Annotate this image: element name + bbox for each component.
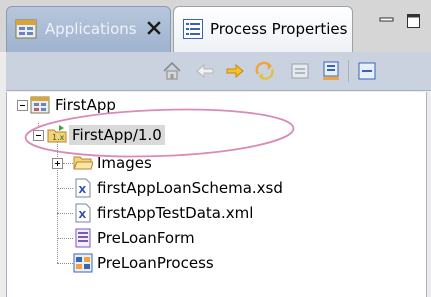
- svg-text:X: X: [79, 185, 87, 196]
- xml-file-icon: X: [75, 203, 91, 223]
- tree-item-label: PreLoanForm: [97, 229, 195, 247]
- process-icon: [73, 253, 93, 273]
- back-arrow-icon[interactable]: [194, 60, 216, 82]
- highlight-ellipse: [24, 108, 295, 158]
- xsd-file-icon: X: [75, 178, 91, 198]
- toolbar-separator: [348, 60, 349, 82]
- sync-icon[interactable]: [254, 60, 276, 82]
- forward-arrow-icon[interactable]: [224, 60, 246, 82]
- form-icon: [75, 228, 91, 248]
- tab-process-properties[interactable]: Process Properties: [173, 6, 353, 52]
- view-menu-icon[interactable]: [356, 60, 378, 82]
- svg-text:X: X: [79, 210, 87, 221]
- tree-item-label: PreLoanProcess: [97, 254, 214, 272]
- home-icon[interactable]: [161, 60, 183, 82]
- tree-item-label: firstAppLoanSchema.xsd: [97, 179, 283, 197]
- tree-item-test-data[interactable]: X firstAppTestData.xml: [7, 202, 426, 224]
- minimize-icon[interactable]: [378, 14, 396, 32]
- tree-item-preloan-form[interactable]: PreLoanForm: [7, 227, 426, 249]
- tab-process-properties-label: Process Properties: [210, 20, 348, 38]
- expand-toggle[interactable]: [52, 158, 63, 169]
- applications-view: Applications Process Properties FirstApp…: [0, 0, 431, 297]
- tree-item-preloan-process[interactable]: PreLoanProcess: [7, 252, 426, 274]
- close-icon[interactable]: [146, 20, 162, 36]
- view-tab-bar: Applications Process Properties: [0, 0, 431, 52]
- applications-icon: [15, 19, 37, 39]
- tab-applications[interactable]: Applications: [6, 6, 171, 52]
- tree-item-loan-schema[interactable]: X firstAppLoanSchema.xsd: [7, 177, 426, 199]
- maximize-icon[interactable]: [405, 12, 423, 30]
- tree-item-label: firstAppTestData.xml: [97, 204, 254, 222]
- filter-icon[interactable]: [320, 60, 342, 82]
- collapse-icon[interactable]: [289, 60, 311, 82]
- properties-icon: [183, 19, 203, 39]
- tab-applications-label: Applications: [45, 20, 137, 38]
- view-toolbar: [6, 52, 431, 91]
